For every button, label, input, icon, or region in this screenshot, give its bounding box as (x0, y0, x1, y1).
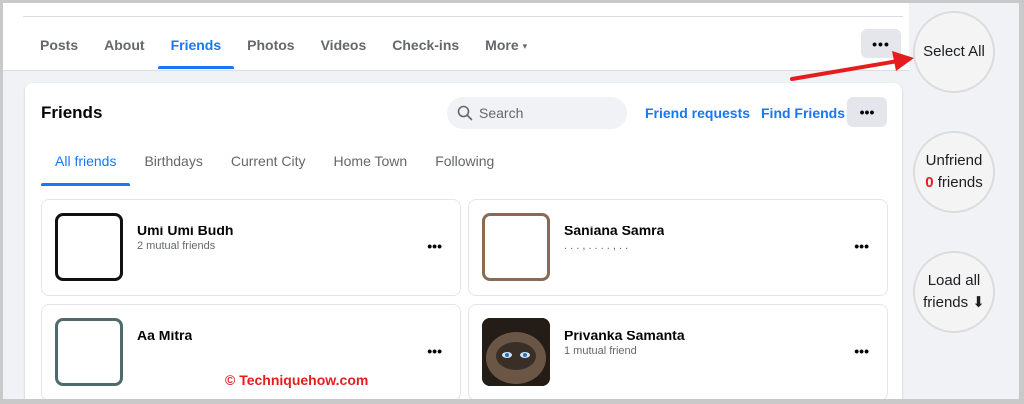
search-input[interactable] (479, 105, 619, 121)
load-all-label-2: friends ⬇ (923, 294, 985, 311)
friends-title: Friends (41, 103, 103, 122)
tab-check-ins[interactable]: Check-ins (379, 25, 472, 69)
tab-more[interactable]: More ▾ (472, 25, 540, 69)
unfriend-suffix: friends (937, 174, 983, 191)
tab-friends[interactable]: Friends (157, 25, 235, 69)
friend-avatar[interactable] (55, 213, 123, 281)
friend-options-button[interactable]: ••• (854, 343, 869, 359)
friends-card: Friends Friend requests Find Friends •••… (25, 83, 902, 399)
friend-mutual: 1 mutual friend (564, 345, 637, 357)
tab-videos[interactable]: Videos (308, 25, 380, 69)
load-all-friends-button[interactable]: Load all friends ⬇ (913, 251, 995, 333)
friend-options-button[interactable]: ••• (427, 343, 442, 359)
subtab-home-town[interactable]: Home Town (320, 141, 422, 186)
subtab-current-city[interactable]: Current City (217, 141, 320, 186)
friends-options-button[interactable]: ••• (847, 97, 887, 127)
subtab-birthdays[interactable]: Birthdays (130, 141, 216, 186)
tab-posts[interactable]: Posts (27, 25, 91, 69)
friend-item[interactable]: Sanjana Samra . . . , . . . . , . . ••• (468, 199, 888, 296)
friend-options-button[interactable]: ••• (854, 238, 869, 254)
friend-requests-link[interactable]: Friend requests (645, 105, 750, 121)
screenshot-frame: Posts About Friends Photos Videos Check-… (3, 3, 1019, 399)
friends-search[interactable] (447, 97, 627, 129)
friend-avatar[interactable] (55, 318, 123, 386)
friends-subtabs: All friends Birthdays Current City Home … (41, 141, 508, 186)
unfriend-button[interactable]: Unfriend 0 friends (913, 131, 995, 213)
friend-name[interactable]: Sanjana Samra (564, 226, 664, 235)
profile-tabs-bar: Posts About Friends Photos Videos Check-… (3, 3, 909, 71)
search-icon (457, 105, 473, 121)
friend-name[interactable]: Priyanka Samanta (564, 331, 685, 340)
tab-photos[interactable]: Photos (234, 25, 307, 69)
arrow-icon (790, 51, 914, 81)
tab-about[interactable]: About (91, 25, 157, 69)
tab-more-label: More (485, 37, 519, 53)
profile-tabs: Posts About Friends Photos Videos Check-… (27, 25, 540, 69)
divider (23, 16, 903, 17)
friend-mutual: 2 mutual friends (137, 240, 216, 252)
avatar-photo-icon (482, 318, 550, 386)
select-all-label: Select All (923, 43, 985, 60)
friend-name[interactable]: Umi Umi Budh (137, 226, 233, 235)
friend-avatar[interactable] (482, 318, 550, 386)
friend-item[interactable]: Priyanka Samanta 1 mutual friend ••• (468, 304, 888, 399)
subtab-all-friends[interactable]: All friends (41, 141, 131, 186)
friend-avatar[interactable] (482, 213, 550, 281)
load-all-label-1: Load all (927, 272, 981, 289)
friend-mutual: . . . , . . . . , . . (564, 240, 629, 252)
unfriend-label: Unfriend (925, 152, 983, 169)
subtab-following[interactable]: Following (421, 141, 508, 186)
select-all-button[interactable]: Select All (913, 11, 995, 93)
unfriend-count: 0 (925, 174, 934, 191)
friend-item[interactable]: Umi Umi Budh 2 mutual friends ••• (41, 199, 461, 296)
watermark: © Techniquehow.com (225, 372, 369, 388)
chevron-down-icon: ▾ (522, 41, 528, 51)
friend-name[interactable]: Aa Mitra (137, 331, 192, 340)
friend-options-button[interactable]: ••• (427, 238, 442, 254)
find-friends-link[interactable]: Find Friends (761, 105, 845, 121)
